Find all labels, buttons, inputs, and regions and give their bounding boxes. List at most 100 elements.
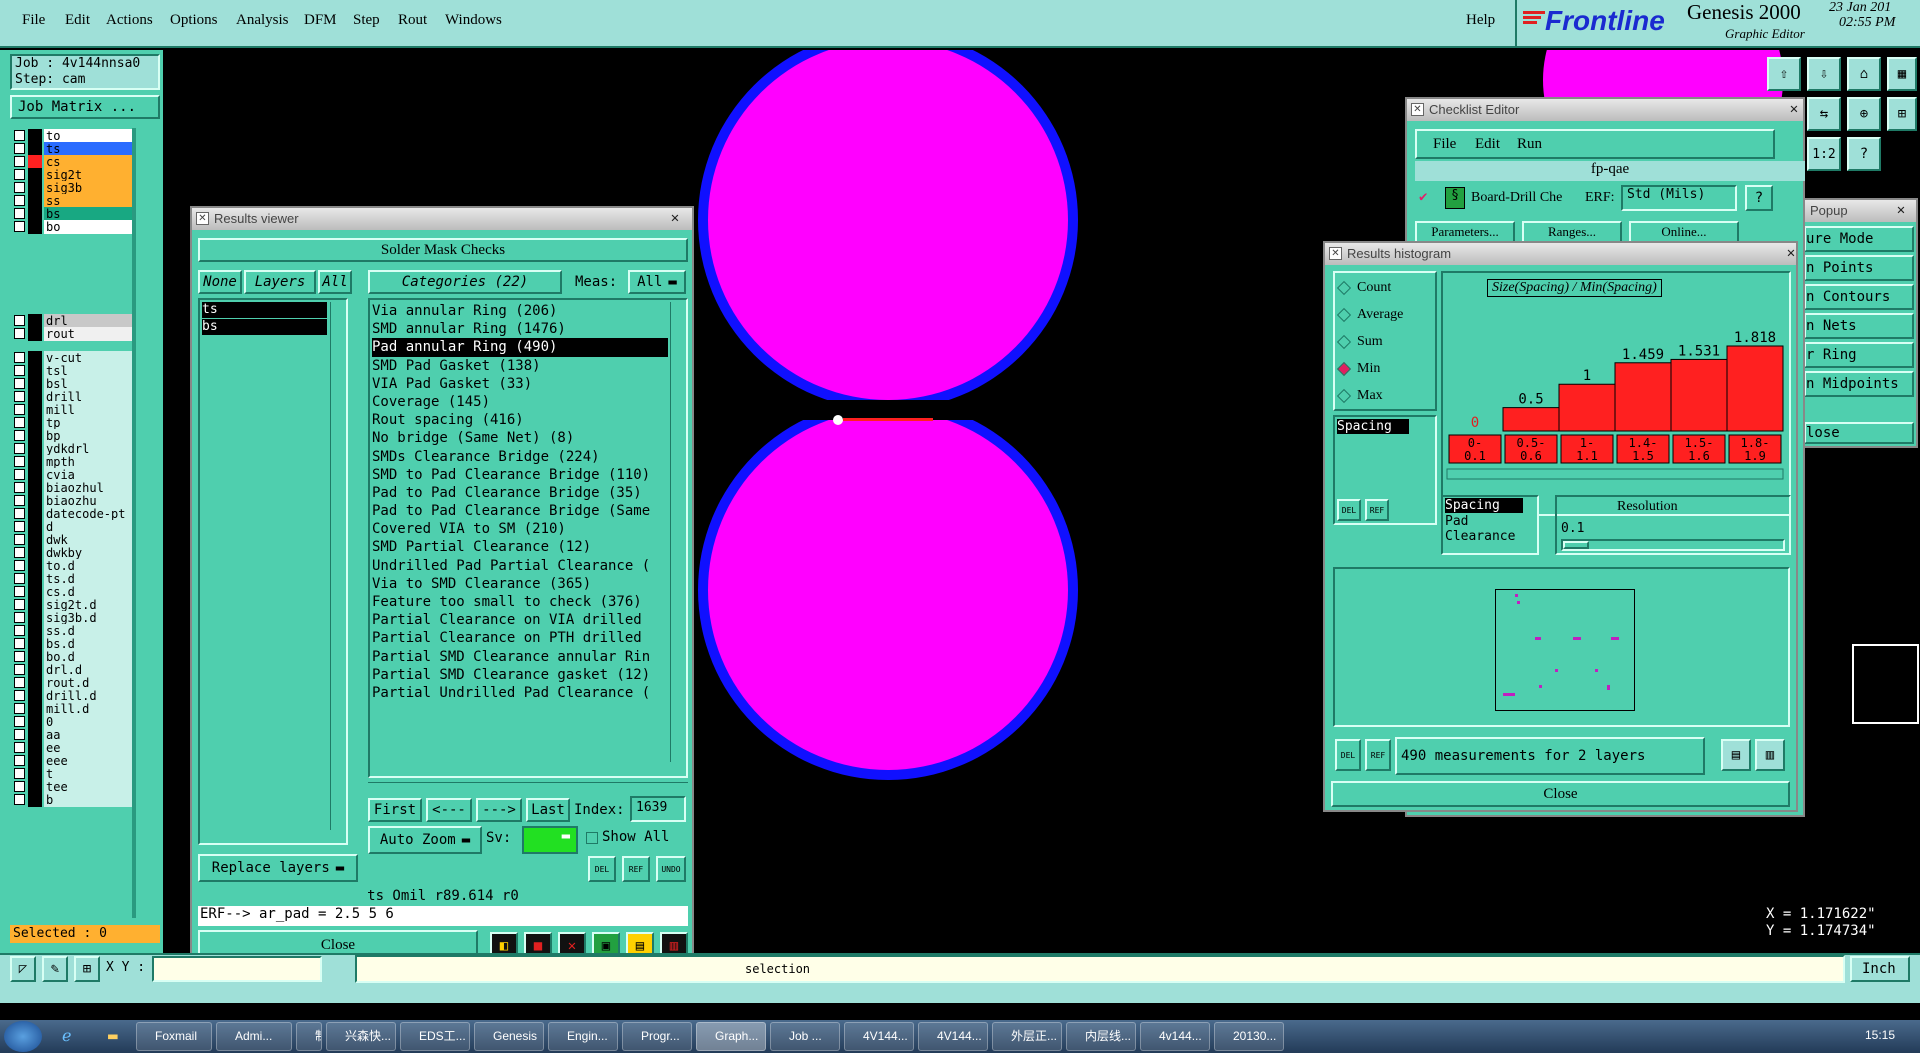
popup-item[interactable]: r Ring xyxy=(1804,342,1914,368)
menu-edit[interactable]: Edit xyxy=(65,12,90,29)
taskbar-item[interactable]: 内层线... xyxy=(1066,1022,1136,1051)
layer-checkbox[interactable] xyxy=(14,534,25,545)
job-matrix-button[interactable]: Job Matrix ... xyxy=(10,95,160,119)
category-item[interactable]: Covered VIA to SM (210) xyxy=(372,520,668,538)
category-item[interactable]: SMD annular Ring (1476) xyxy=(372,320,668,338)
select-tool-icon[interactable]: ◸ xyxy=(10,956,36,982)
layers-list[interactable]: ts bs xyxy=(198,298,348,845)
popup-item[interactable]: n Midpoints xyxy=(1804,371,1914,397)
histogram-bar[interactable] xyxy=(1558,383,1616,432)
layers-all-button[interactable]: All xyxy=(318,270,352,294)
layer-checkbox[interactable] xyxy=(14,365,25,376)
popup-item[interactable]: n Nets xyxy=(1804,313,1914,339)
online-button[interactable]: Online... xyxy=(1629,221,1739,243)
layer-checkbox[interactable] xyxy=(14,690,25,701)
draw-tool-icon[interactable]: ✎ xyxy=(42,956,68,982)
layer-checkbox[interactable] xyxy=(14,352,25,363)
menu-step[interactable]: Step xyxy=(353,12,380,29)
category-item[interactable]: Undrilled Pad Partial Clearance ( xyxy=(372,557,668,575)
category-item[interactable]: Partial Clearance on VIA drilled xyxy=(372,611,668,629)
prev-button[interactable]: <--- xyxy=(426,798,472,822)
index-field[interactable]: 1639 xyxy=(630,796,686,822)
checklist-menu-run[interactable]: Run xyxy=(1517,136,1542,153)
histogram-scrollbar[interactable] xyxy=(1446,468,1784,480)
layer-list-item[interactable]: ts xyxy=(202,302,327,318)
hist-category-pad[interactable]: Pad xyxy=(1445,514,1535,529)
results-close-icon[interactable]: ✕ xyxy=(662,210,688,227)
layer-checkbox[interactable] xyxy=(14,482,25,493)
category-item[interactable]: Pad to Pad Clearance Bridge (35) xyxy=(372,484,668,502)
layer-checkbox[interactable] xyxy=(14,456,25,467)
mode-option-max[interactable]: Max xyxy=(1336,385,1383,407)
category-item[interactable]: Partial Clearance on PTH drilled xyxy=(372,629,668,647)
layer-checkbox[interactable] xyxy=(14,195,25,206)
hist-category-list[interactable]: Spacing Pad Clearance xyxy=(1441,495,1539,555)
erf-field[interactable]: Std (Mils) xyxy=(1621,185,1737,211)
menu-file[interactable]: File xyxy=(22,12,45,29)
layer-checkbox[interactable] xyxy=(14,130,25,141)
rv-ref-icon[interactable]: REF xyxy=(622,856,650,882)
mode-option-min[interactable]: Min xyxy=(1336,358,1380,380)
layer-checkbox[interactable] xyxy=(14,430,25,441)
layer-list-item[interactable]: bs xyxy=(202,319,327,335)
menu-dfm[interactable]: DFM xyxy=(304,12,337,29)
layer-checkbox[interactable] xyxy=(14,169,25,180)
layer-checkbox[interactable] xyxy=(14,417,25,428)
next-button[interactable]: ---> xyxy=(476,798,522,822)
taskbar-item[interactable]: Engin... xyxy=(548,1022,618,1051)
layer-checkbox[interactable] xyxy=(14,677,25,688)
category-item[interactable]: SMD Partial Clearance (12) xyxy=(372,538,668,556)
category-item[interactable]: SMD Pad Gasket (138) xyxy=(372,357,668,375)
popup-close-button[interactable]: lose xyxy=(1804,422,1914,444)
category-item[interactable]: No bridge (Same Net) (8) xyxy=(372,429,668,447)
layer-checkbox[interactable] xyxy=(14,560,25,571)
layer-checkbox[interactable] xyxy=(14,156,25,167)
layer-row[interactable]: b xyxy=(14,792,132,807)
auto-zoom-dropdown[interactable]: Auto Zoom ▬ xyxy=(368,826,482,854)
category-item[interactable]: Via annular Ring (206) xyxy=(372,302,668,320)
show-all-checkbox[interactable] xyxy=(586,832,598,844)
layer-checkbox[interactable] xyxy=(14,781,25,792)
layer-checkbox[interactable] xyxy=(14,495,25,506)
mode-option-count[interactable]: Count xyxy=(1336,277,1391,299)
taskbar-item[interactable]: Admi... xyxy=(216,1022,292,1051)
category-item[interactable]: Coverage (145) xyxy=(372,393,668,411)
popup-close-icon[interactable]: ✕ xyxy=(1888,202,1914,219)
layer-checkbox[interactable] xyxy=(14,612,25,623)
layer-checkbox[interactable] xyxy=(14,638,25,649)
units-button[interactable]: Inch xyxy=(1850,956,1910,982)
category-item[interactable]: Feature too small to check (376) xyxy=(372,593,668,611)
toolbar-build-icon[interactable]: ⌂ xyxy=(1847,57,1881,91)
layer-checkbox[interactable] xyxy=(14,599,25,610)
category-item[interactable]: Partial SMD Clearance gasket (12) xyxy=(372,666,668,684)
xy-input[interactable] xyxy=(152,956,322,982)
layer-row[interactable]: rout xyxy=(14,326,132,341)
layer-checkbox[interactable] xyxy=(14,315,25,326)
ranges-button[interactable]: Ranges... xyxy=(1522,221,1622,243)
layer-checkbox[interactable] xyxy=(14,182,25,193)
taskbar-item[interactable]: 20130... xyxy=(1214,1022,1284,1051)
parameters-button[interactable]: Parameters... xyxy=(1415,221,1515,243)
histogram-bar[interactable] xyxy=(1614,362,1672,432)
category-item[interactable]: SMDs Clearance Bridge (224) xyxy=(372,448,668,466)
categories-hscroll[interactable] xyxy=(368,782,688,794)
resolution-slider[interactable] xyxy=(1561,539,1785,551)
menu-windows[interactable]: Windows xyxy=(445,12,502,29)
category-item[interactable]: Pad to Pad Clearance Bridge (Same xyxy=(372,502,668,520)
hist-field-item[interactable]: Spacing xyxy=(1337,419,1409,434)
popup-item[interactable]: n Points xyxy=(1804,255,1914,281)
hist-ref-icon[interactable]: REF xyxy=(1365,499,1389,521)
layer-checkbox[interactable] xyxy=(14,547,25,558)
layer-checkbox[interactable] xyxy=(14,742,25,753)
popup-item[interactable]: ure Mode xyxy=(1804,226,1914,252)
category-item[interactable]: Partial Undrilled Pad Clearance ( xyxy=(372,684,668,702)
histogram-bar[interactable] xyxy=(1670,358,1728,432)
layer-checkbox[interactable] xyxy=(14,651,25,662)
layer-row[interactable]: bo xyxy=(14,219,132,234)
toolbar-up-icon[interactable]: ⇧ xyxy=(1767,57,1801,91)
taskbar-item[interactable]: 制作规... xyxy=(296,1022,322,1051)
menu-options[interactable]: Options xyxy=(170,12,218,29)
category-item[interactable]: SMD to Pad Clearance Bridge (110) xyxy=(372,466,668,484)
layers-button[interactable]: Layers xyxy=(244,270,316,294)
layer-checkbox[interactable] xyxy=(14,391,25,402)
